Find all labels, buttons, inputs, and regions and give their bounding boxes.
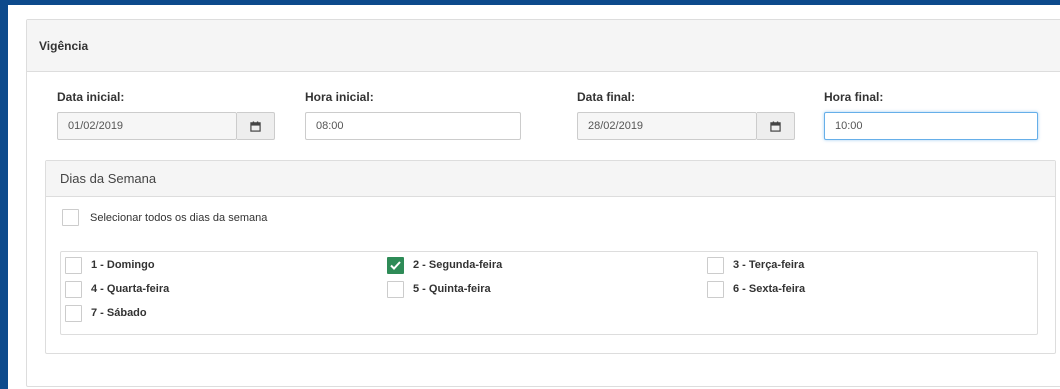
end-time-input[interactable]: 10:00 <box>824 112 1038 140</box>
day-label-terca: 3 - Terça-feira <box>733 259 805 271</box>
select-all-label: Selecionar todos os dias da semana <box>90 212 268 224</box>
start-time-input[interactable]: 08:00 <box>305 112 521 140</box>
end-date-label: Data final: <box>577 90 636 104</box>
day-label-quinta: 5 - Quinta-feira <box>413 283 491 295</box>
day-checkbox-terca[interactable] <box>707 257 724 274</box>
day-checkbox-quinta[interactable] <box>387 281 404 298</box>
select-all-checkbox[interactable] <box>62 209 79 226</box>
day-checkbox-segunda[interactable] <box>387 257 404 274</box>
end-date-input[interactable]: 28/02/2019 <box>577 112 757 140</box>
calendar-icon <box>250 120 261 132</box>
panel-title: Vigência <box>39 38 89 53</box>
calendar-icon <box>770 120 781 132</box>
day-checkbox-sabado[interactable] <box>65 305 82 322</box>
weekdays-panel: Dias da Semana Selecionar todos os dias … <box>45 160 1056 354</box>
window-frame: Vigência Data inicial: 01/02/2019 Hora i… <box>0 0 1060 389</box>
day-checkbox-sexta[interactable] <box>707 281 724 298</box>
panel-heading: Vigência <box>27 20 1060 72</box>
weekdays-title: Dias da Semana <box>60 171 157 186</box>
day-label-sexta: 6 - Sexta-feira <box>733 283 806 295</box>
start-time-label: Hora inicial: <box>305 90 374 104</box>
day-label-quarta: 4 - Quarta-feira <box>91 283 170 295</box>
weekdays-list: 1 - Domingo 2 - Segunda-feira 3 - Terça-… <box>60 251 1038 335</box>
start-date-input[interactable]: 01/02/2019 <box>57 112 237 140</box>
day-label-sabado: 7 - Sábado <box>91 307 147 319</box>
day-checkbox-domingo[interactable] <box>65 257 82 274</box>
vigencia-panel: Vigência Data inicial: 01/02/2019 Hora i… <box>26 19 1060 387</box>
start-date-calendar-button[interactable] <box>237 112 275 140</box>
day-label-segunda: 2 - Segunda-feira <box>413 259 503 271</box>
day-checkbox-quarta[interactable] <box>65 281 82 298</box>
weekdays-heading: Dias da Semana <box>46 161 1055 197</box>
start-date-label: Data inicial: <box>57 90 125 104</box>
check-icon <box>390 261 401 270</box>
end-time-label: Hora final: <box>824 90 884 104</box>
day-label-domingo: 1 - Domingo <box>91 259 155 271</box>
end-date-calendar-button[interactable] <box>757 112 795 140</box>
